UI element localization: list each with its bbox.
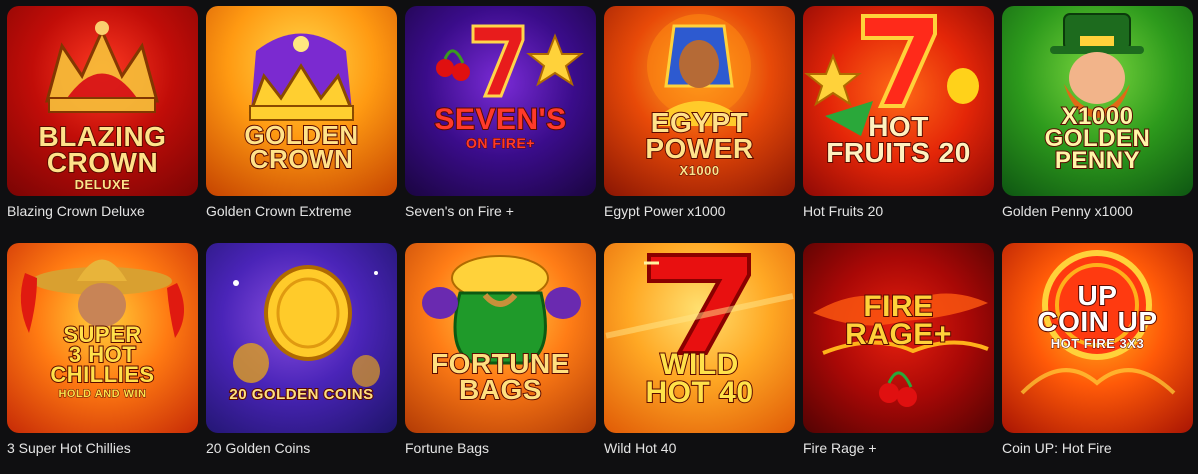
- game-card[interactable]: EGYPT POWER x1000 Egypt Power x1000: [604, 6, 795, 237]
- game-logo-line: Fire: [862, 290, 934, 323]
- game-logo-line: HOT 40: [644, 375, 754, 409]
- game-logo: FORTUNE BAGS: [405, 348, 596, 405]
- game-title[interactable]: Blazing Crown Deluxe: [7, 196, 198, 237]
- game-logo-line: BLAZING: [38, 121, 167, 152]
- game-logo: 20 GOLDEN COINS: [206, 386, 397, 403]
- game-logo-line: CHILLIES: [49, 362, 155, 388]
- game-thumbnail[interactable]: 20 GOLDEN COINS: [206, 243, 397, 433]
- game-title[interactable]: Golden Crown Extreme: [206, 196, 397, 237]
- game-logo-line: UP: [1077, 280, 1118, 311]
- game-logo: HOT FRUITS 20: [803, 111, 994, 168]
- game-logo-line: Rage+: [844, 317, 952, 351]
- game-logo-line: WILD: [659, 348, 739, 381]
- game-thumbnail[interactable]: x1000 GOLDEN PENNY: [1002, 6, 1193, 196]
- game-logo-subtitle: ON Fire+: [466, 134, 535, 151]
- game-card[interactable]: Seven's ON Fire+ Seven's on Fire +: [405, 6, 596, 237]
- game-title[interactable]: Coin UP: Hot Fire: [1002, 433, 1193, 474]
- game-title[interactable]: 20 Golden Coins: [206, 433, 397, 474]
- game-logo: SUPER 3 HOT CHILLIES HOLD AND WIN: [7, 322, 198, 400]
- game-title[interactable]: 3 Super Hot Chillies: [7, 433, 198, 474]
- game-thumbnail[interactable]: GOLDEN CROWN: [206, 6, 397, 196]
- game-logo: WILD HOT 40: [604, 348, 795, 409]
- game-card[interactable]: x1000 GOLDEN PENNY Golden Penny x1000: [1002, 6, 1193, 237]
- game-title[interactable]: Seven's on Fire +: [405, 196, 596, 237]
- game-logo-line: Seven's: [433, 103, 567, 136]
- game-logo-line: COIN UP: [1036, 305, 1158, 337]
- game-logo-line: BAGS: [458, 373, 542, 405]
- game-thumbnail[interactable]: WILD HOT 40: [604, 243, 795, 433]
- game-card[interactable]: HOT FRUITS 20 Hot Fruits 20: [803, 6, 994, 237]
- game-logo: BLAZING CROWN deluxe: [7, 121, 198, 192]
- game-logo-line: PENNY: [1054, 147, 1141, 175]
- game-card[interactable]: UP COIN UP HOT FIRE 3x3 Coin UP: Hot Fire: [1002, 243, 1193, 474]
- game-logo-subtitle: x1000: [679, 162, 720, 178]
- game-card[interactable]: GOLDEN CROWN Golden Crown Extreme: [206, 6, 397, 237]
- game-card[interactable]: 20 GOLDEN COINS 20 Golden Coins: [206, 243, 397, 474]
- game-card[interactable]: Fire Rage+ Fire Rage +: [803, 243, 994, 474]
- game-logo-line: CROWN: [249, 143, 354, 174]
- game-thumbnail[interactable]: SUPER 3 HOT CHILLIES HOLD AND WIN: [7, 243, 198, 433]
- game-logo-line: 20 GOLDEN COINS: [228, 386, 374, 403]
- game-title[interactable]: Wild Hot 40: [604, 433, 795, 474]
- game-logo-line: CROWN: [46, 146, 159, 178]
- game-card[interactable]: SUPER 3 HOT CHILLIES HOLD AND WIN 3 Super Ho…: [7, 243, 198, 474]
- game-title[interactable]: Hot Fruits 20: [803, 196, 994, 237]
- game-grid: BLAZING CROWN deluxe Blazing Crown Deluxe G…: [7, 6, 1193, 474]
- game-title[interactable]: Fire Rage +: [803, 433, 994, 474]
- game-logo-line: POWER: [644, 132, 754, 164]
- game-thumbnail[interactable]: FORTUNE BAGS: [405, 243, 596, 433]
- game-logo: Seven's ON Fire+: [405, 103, 596, 151]
- game-logo: GOLDEN CROWN: [206, 121, 397, 174]
- game-logo: EGYPT POWER x1000: [604, 107, 795, 178]
- game-logo-line: FORTUNE: [430, 348, 570, 379]
- game-logo: UP COIN UP HOT FIRE 3x3: [1002, 280, 1193, 351]
- game-title[interactable]: Egypt Power x1000: [604, 196, 795, 237]
- game-logo-subtitle: HOT FIRE 3x3: [1050, 335, 1145, 351]
- game-logo: Fire Rage+: [803, 290, 994, 351]
- game-thumbnail[interactable]: Seven's ON Fire+: [405, 6, 596, 196]
- game-thumbnail[interactable]: EGYPT POWER x1000: [604, 6, 795, 196]
- game-card[interactable]: BLAZING CROWN deluxe Blazing Crown Deluxe: [7, 6, 198, 237]
- game-card[interactable]: FORTUNE BAGS Fortune Bags: [405, 243, 596, 474]
- game-card[interactable]: WILD HOT 40 Wild Hot 40: [604, 243, 795, 474]
- game-thumbnail[interactable]: HOT FRUITS 20: [803, 6, 994, 196]
- game-logo-subtitle: deluxe: [74, 176, 131, 192]
- game-logo: x1000 GOLDEN PENNY: [1002, 103, 1193, 175]
- game-thumbnail[interactable]: BLAZING CROWN deluxe: [7, 6, 198, 196]
- game-logo-line: FRUITS 20: [825, 136, 971, 168]
- game-thumbnail[interactable]: Fire Rage+: [803, 243, 994, 433]
- game-thumbnail[interactable]: UP COIN UP HOT FIRE 3x3: [1002, 243, 1193, 433]
- game-title[interactable]: Golden Penny x1000: [1002, 196, 1193, 237]
- coin-icon: [206, 243, 397, 433]
- game-logo-line: EGYPT: [650, 107, 749, 138]
- game-logo-line: HOT: [867, 111, 929, 142]
- game-title[interactable]: Fortune Bags: [405, 433, 596, 474]
- game-logo-subtitle: HOLD AND WIN: [58, 387, 147, 400]
- seven-icon: [405, 6, 596, 196]
